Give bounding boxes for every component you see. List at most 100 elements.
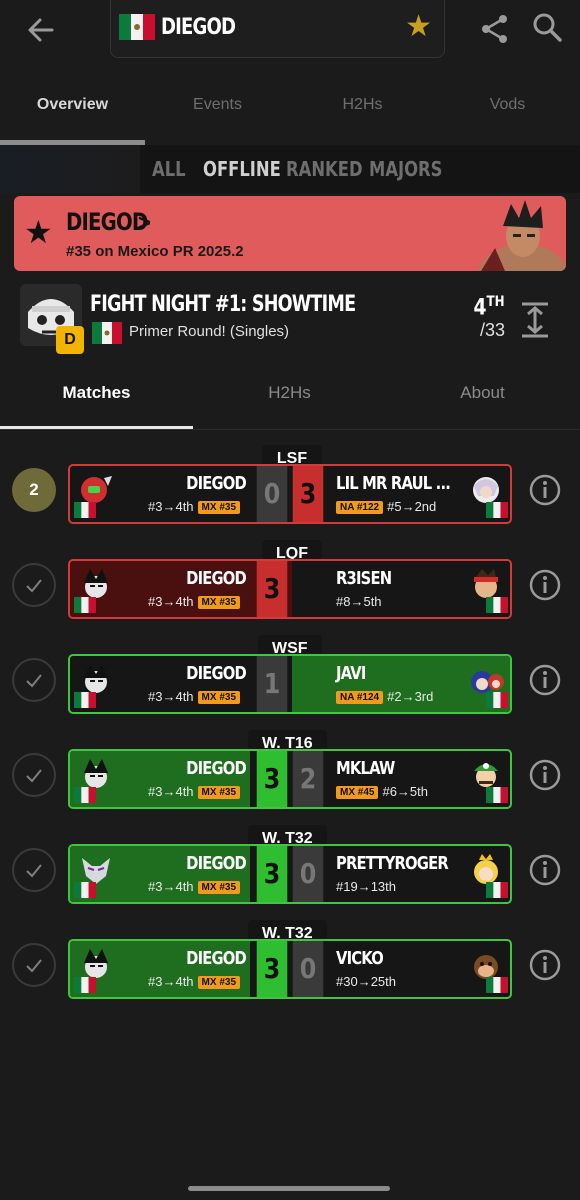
tab-about[interactable]: About [386,383,579,403]
match-row[interactable]: W. T32 DIEGOD #3→4th MX #35 3 0 PRETTYROG… [0,825,580,920]
check-icon [26,674,42,688]
info-icon[interactable] [528,948,562,982]
match-card[interactable]: DIEGOD #3→4th MX #35 3 0 PRETTYROGER #19→… [68,844,512,904]
filter-offline[interactable]: OFFLINE [203,157,281,181]
match-row[interactable]: W. T32 DIEGOD #3→4th MX #35 3 0 VICKO #30… [0,920,580,1015]
match-card[interactable]: DIEGOD #3→4thMX #35 1 3 JAVI NA #124#2→3… [68,654,512,714]
pr-tag: NA #122 [336,501,384,514]
pr-tag: MX #35 [197,596,241,609]
info-icon[interactable] [528,853,562,887]
match-card[interactable]: DIEGOD #3→4th MX #35 3 2 MKLAW MX #45 #6→5… [68,749,512,809]
status-check [12,753,56,797]
event-title[interactable]: FIGHT NIGHT #1: SHOWTIME [90,292,356,317]
tab-h2hs-sub[interactable]: H2Hs [193,383,386,403]
player-name: DIEGOD [161,15,236,40]
tier-badge: D [56,326,84,354]
seed-placement: #8→5th [336,594,382,609]
mexico-flag-icon [486,597,508,613]
filter-all[interactable]: ALL [152,157,186,181]
pr-player-name: DIEGOD [66,208,148,236]
score-left: 1 [256,656,288,712]
pr-tag: MX #35 [197,501,241,514]
player-name: VICKO [336,948,384,969]
tab-h2hs[interactable]: H2Hs [290,96,435,114]
info-icon[interactable] [528,473,562,507]
check-icon [26,864,42,878]
player-right: LIL MR RAUL ... NA #122 #5→2nd [292,466,510,522]
filter-backdrop [0,145,140,193]
seed-placement: #3→4th MX #35 [148,499,241,514]
player-left: DIEGOD #3→4th MX #35 [70,656,250,712]
check-icon [26,579,42,593]
tab-events[interactable]: Events [145,96,290,114]
sub-tabs: Matches H2Hs About [0,366,580,430]
tab-overview[interactable]: Overview [0,96,145,114]
seed-placement: #19→13th [336,879,396,894]
player-name: DIEGOD [186,663,247,684]
match-row[interactable]: WSF DIEGOD #3→4thMX #35 1 3 JAVI NA #124… [0,635,580,730]
match-card[interactable]: DIEGOD #3→4thMX #35 3 0 R3ISEN #8→5th [68,559,512,619]
info-icon[interactable] [528,758,562,792]
check-icon [26,769,42,783]
player-left: DIEGOD #3→4th MX #35 [70,751,250,807]
top-app-bar: DIEGOD ★ [0,0,580,60]
event-header: D FIGHT NIGHT #1: SHOWTIME Primer Round!… [0,276,580,366]
filter-ranked[interactable]: RANKED [286,157,363,181]
chevron-right-icon: > [138,210,151,235]
score-left: 3 [256,751,288,807]
info-icon[interactable] [528,568,562,602]
match-row[interactable]: LQF DIEGOD #3→4thMX #35 3 0 R3ISEN #8→5t… [0,540,580,635]
pr-banner[interactable]: ★ DIEGOD > #35 on Mexico PR 2025.2 [14,196,566,271]
player-name: LIL MR RAUL ... [336,473,451,494]
mexico-flag-icon [486,692,508,708]
player-name: DIEGOD [186,948,247,969]
check-icon [26,959,42,973]
share-icon[interactable] [478,12,512,46]
seed-placement: #3→4th MX #35 [148,594,241,609]
filter-majors[interactable]: MAJORS [369,157,443,181]
info-icon[interactable] [528,663,562,697]
seed-placement: #3→4th MX #35 [148,784,241,799]
favorite-star-icon[interactable]: ★ [405,12,432,42]
event-subtitle: Primer Round! (Singles) [129,323,290,340]
status-check [12,943,56,987]
seed-placement: #3→4th MX #35 [148,974,241,989]
pr-tag: MX #35 [197,976,241,989]
player-name: DIEGOD [186,568,247,589]
mexico-flag-icon [74,692,96,708]
mexico-flag-icon [486,977,508,993]
mexico-flag-icon [486,787,508,803]
player-name: R3ISEN [336,568,392,589]
home-indicator[interactable] [188,1186,390,1191]
back-arrow-icon[interactable] [22,10,62,50]
player-name: DIEGOD [186,758,247,779]
seed-placement: NA #122 #5→2nd [336,499,436,514]
seed-placement: #3→4th MX #35 [148,689,241,704]
player-chip[interactable]: DIEGOD ★ [110,0,445,58]
pr-tag: MX #35 [197,691,241,704]
player-left: DIEGOD #3→4th MX #35 [70,466,250,522]
tab-matches[interactable]: Matches [0,383,193,403]
match-card[interactable]: DIEGOD #3→4th MX #35 0 3 LIL MR RAUL ... … [68,464,512,524]
status-number-badge: 2 [12,468,56,512]
character-portrait-icon [478,200,566,271]
search-icon[interactable] [530,10,564,44]
pr-tag: MX #35 [197,786,241,799]
status-check [12,658,56,702]
tab-vods[interactable]: Vods [435,96,580,114]
player-name: MKLAW [336,758,395,779]
mexico-flag-icon [74,787,96,803]
placement: 4TH [473,294,505,321]
player-name: DIEGOD [186,473,247,494]
player-right: VICKO #30→25th [292,941,510,997]
filter-row: ALL OFFLINE RANKED MAJORS [0,145,580,193]
seed-placement: #3→4th MX #35 [148,879,241,894]
entrant-count: /33 [479,320,505,340]
match-card[interactable]: DIEGOD #3→4th MX #35 3 0 VICKO #30→25th [68,939,512,999]
match-row[interactable]: LSF 2 DIEGOD #3→4th MX #35 0 3 LIL MR RAU… [0,445,580,540]
score-left: 3 [256,941,288,997]
match-row[interactable]: W. T16 DIEGOD #3→4th MX #35 3 2 MKLAW MX … [0,730,580,825]
mexico-flag-icon [74,502,96,518]
score-left: 3 [256,846,288,902]
expand-vertical-icon[interactable] [518,300,552,340]
